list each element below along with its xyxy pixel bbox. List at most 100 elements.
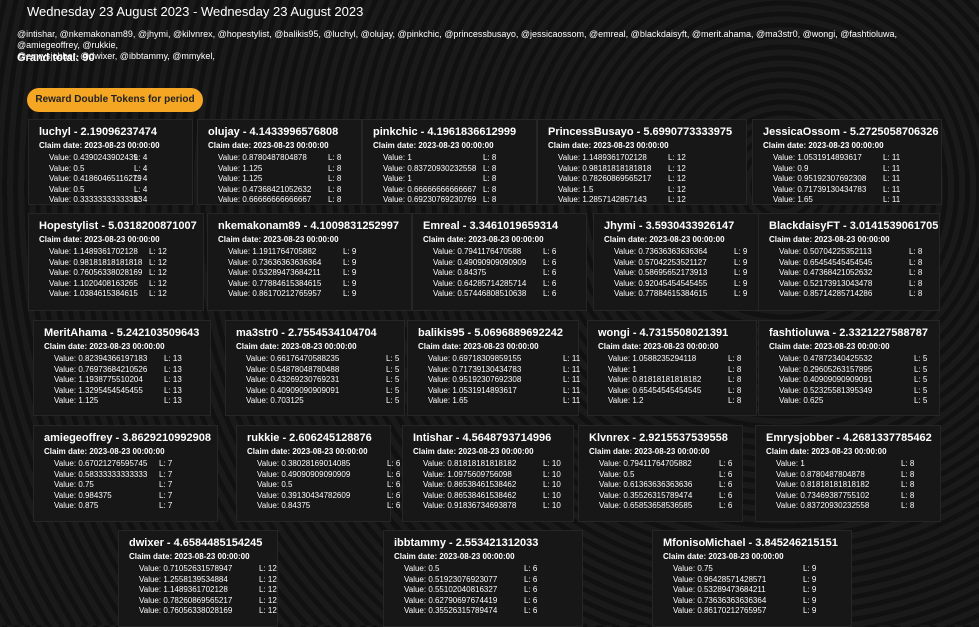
value-row: Value: 0.38028169014085 L: 6 bbox=[257, 459, 400, 470]
value-text: Value: 1.2558139534884 bbox=[139, 574, 228, 584]
level-text: L: 8 bbox=[909, 278, 923, 288]
level-text: L: 5 bbox=[914, 385, 928, 395]
level-text: L: 11 bbox=[883, 184, 901, 194]
value-list: Value: 0.79411764705882 L: 6 Value: 0.5 L: … bbox=[599, 459, 732, 512]
value-row: Value: 1.0531914893617 L: 11 bbox=[428, 386, 580, 397]
value-row: Value: 0.35526315789474 L: 6 bbox=[599, 491, 732, 502]
value-text: Value: 0.47872340425532 bbox=[779, 354, 873, 363]
value-text: Value: 0.86538461538462 bbox=[423, 490, 517, 500]
value-row: Value: 0.40909090909091 L: 5 bbox=[246, 386, 399, 397]
value-text: Value: 0.65454545454545 bbox=[608, 385, 702, 395]
level-text: L: 9 bbox=[734, 247, 748, 256]
value-text: Value: 0.82394366197183 bbox=[54, 354, 148, 363]
claim-date: Claim date: 2023-08-23 00:00:00 bbox=[394, 552, 515, 561]
value-text: Value: 0.77884615384615 bbox=[614, 289, 708, 298]
level-text: L: 8 bbox=[728, 375, 742, 384]
user-card: Hopestylist - 5.0318200871007 Claim date:… bbox=[28, 213, 204, 311]
level-text: L: 6 bbox=[387, 459, 401, 468]
value-text: Value: 0.81818181818182 bbox=[608, 375, 702, 384]
card-title: balikis95 - 5.0696889692242 bbox=[418, 327, 563, 339]
level-text: L: 8 bbox=[728, 364, 742, 374]
value-list: Value: 0.5 L: 6 Value: 0.51923076923077 L: … bbox=[404, 564, 537, 617]
value-row: Value: 1.2558139534884 L: 12 bbox=[139, 575, 277, 586]
claim-date: Claim date: 2023-08-23 00:00:00 bbox=[766, 447, 887, 456]
value-text: Value: 0.54878048780488 bbox=[246, 364, 340, 374]
value-row: Value: 0.703125 L: 5 bbox=[246, 396, 399, 407]
value-row: Value: 1.5 L: 12 bbox=[558, 185, 686, 196]
value-text: Value: 0.86170212765957 bbox=[673, 606, 767, 615]
value-text: Value: 1.125 bbox=[218, 163, 263, 173]
value-text: Value: 0.49090909090909 bbox=[433, 257, 527, 267]
level-text: L: 10 bbox=[543, 480, 561, 489]
value-row: Value: 1.1020408163265 L: 12 bbox=[49, 279, 167, 290]
level-text: L: 10 bbox=[543, 501, 561, 510]
value-text: Value: 0.85714285714286 bbox=[779, 289, 873, 298]
value-text: Value: 0.71739130434783 bbox=[773, 184, 867, 194]
value-text: Value: 1.1489361702128 bbox=[49, 247, 138, 256]
level-text: L: 12 bbox=[149, 289, 167, 298]
value-row: Value: 0.66666666666667 L: 8 bbox=[383, 185, 496, 196]
value-text: Value: 0.5 bbox=[49, 163, 85, 173]
value-row: Value: 1.0975609756098 L: 10 bbox=[423, 470, 561, 481]
value-row: Value: 0.58333333333333 L: 7 bbox=[54, 470, 172, 481]
value-row: Value: 0.95192307692308 L: 11 bbox=[773, 174, 900, 185]
user-list-line: @intishar, @nkemakonam89, @jhymi, @kilvn… bbox=[17, 29, 897, 50]
level-text: L: 9 bbox=[803, 606, 817, 615]
value-row: Value: 0.55102040816327 L: 6 bbox=[404, 585, 537, 596]
value-row: Value: 1.125 L: 8 bbox=[218, 174, 341, 185]
reward-double-tokens-button[interactable]: Reward Double Tokens for period bbox=[27, 88, 203, 112]
value-row: Value: 0.75 L: 9 bbox=[673, 564, 816, 575]
card-title: JessicaOssom - 5.2725058706326 bbox=[763, 126, 939, 138]
user-card: BlackdaisyFT - 3.0141539061705 Claim date… bbox=[758, 213, 940, 311]
value-text: Value: 1.5 bbox=[558, 184, 594, 194]
value-text: Value: 0.61363636363636 bbox=[599, 480, 693, 489]
value-text: Value: 0.67021276595745 bbox=[54, 459, 148, 468]
value-text: Value: 0.8780487804878 bbox=[218, 153, 307, 162]
value-row: Value: 1.0588235294118 L: 8 bbox=[608, 354, 741, 365]
claim-date: Claim date: 2023-08-23 00:00:00 bbox=[769, 342, 890, 351]
value-row: Value: 0.83720930232558 L: 8 bbox=[776, 501, 914, 512]
value-text: Value: 1 bbox=[383, 153, 412, 162]
value-text: Value: 1 bbox=[608, 364, 637, 374]
level-text: L: 12 bbox=[149, 278, 167, 288]
level-text: L: 9 bbox=[343, 247, 357, 256]
value-text: Value: 0.47368421052632 bbox=[218, 184, 312, 194]
value-text: Value: 0.84375 bbox=[257, 501, 311, 510]
value-list: Value: 0.8780487804878 L: 8 Value: 1.125 L:… bbox=[218, 153, 341, 206]
value-row: Value: 0.86170212765957 L: 9 bbox=[673, 606, 816, 617]
value-text: Value: 1.2 bbox=[608, 396, 644, 405]
value-text: Value: 1.0588235294118 bbox=[608, 354, 697, 363]
level-text: L: 12 bbox=[668, 153, 686, 162]
level-text: L: 8 bbox=[328, 174, 342, 183]
value-row: Value: 0.98181818181818 L: 12 bbox=[49, 258, 167, 269]
value-row: Value: 0.71739130434783 L: 11 bbox=[773, 185, 900, 196]
value-text: Value: 0.81818181818182 bbox=[776, 480, 870, 489]
card-title: PrincessBusayo - 5.6990773333975 bbox=[548, 126, 733, 138]
user-card: JessicaOssom - 5.2725058706326 Claim date… bbox=[752, 119, 942, 205]
level-text: L: 13 bbox=[164, 375, 182, 384]
value-text: Value: 0.95192307692308 bbox=[773, 174, 867, 183]
value-text: Value: 0.875 bbox=[54, 501, 99, 510]
level-text: L: 11 bbox=[883, 153, 901, 162]
claim-date: Claim date: 2023-08-23 00:00:00 bbox=[129, 552, 250, 561]
value-text: Value: 0.78260869565217 bbox=[139, 595, 233, 605]
level-text: L: 9 bbox=[734, 257, 748, 267]
level-text: L: 6 bbox=[524, 606, 538, 615]
value-text: Value: 0.75 bbox=[673, 564, 713, 573]
value-row: Value: 0.78260869565217 L: 12 bbox=[139, 596, 277, 607]
value-text: Value: 0.40909090909091 bbox=[246, 385, 340, 395]
level-text: L: 5 bbox=[386, 375, 400, 384]
claim-date: Claim date: 2023-08-23 00:00:00 bbox=[247, 447, 368, 456]
value-row: Value: 0.81818181818182 L: 10 bbox=[423, 459, 561, 470]
level-text: L: 9 bbox=[343, 278, 357, 288]
value-text: Value: 0.58695652173913 bbox=[614, 268, 708, 277]
value-text: Value: 0.66666666666667 bbox=[383, 184, 477, 194]
level-text: L: 6 bbox=[387, 490, 401, 500]
value-row: Value: 0.47368421052632 L: 8 bbox=[218, 185, 341, 196]
value-text: Value: 0.5 bbox=[599, 469, 635, 479]
card-title: pinkchic - 4.1961836612999 bbox=[373, 126, 517, 138]
level-text: L: 11 bbox=[883, 195, 901, 204]
level-text: L: 8 bbox=[483, 153, 497, 162]
level-text: L: 8 bbox=[328, 153, 342, 162]
value-row: Value: 0.67021276595745 L: 7 bbox=[54, 459, 172, 470]
